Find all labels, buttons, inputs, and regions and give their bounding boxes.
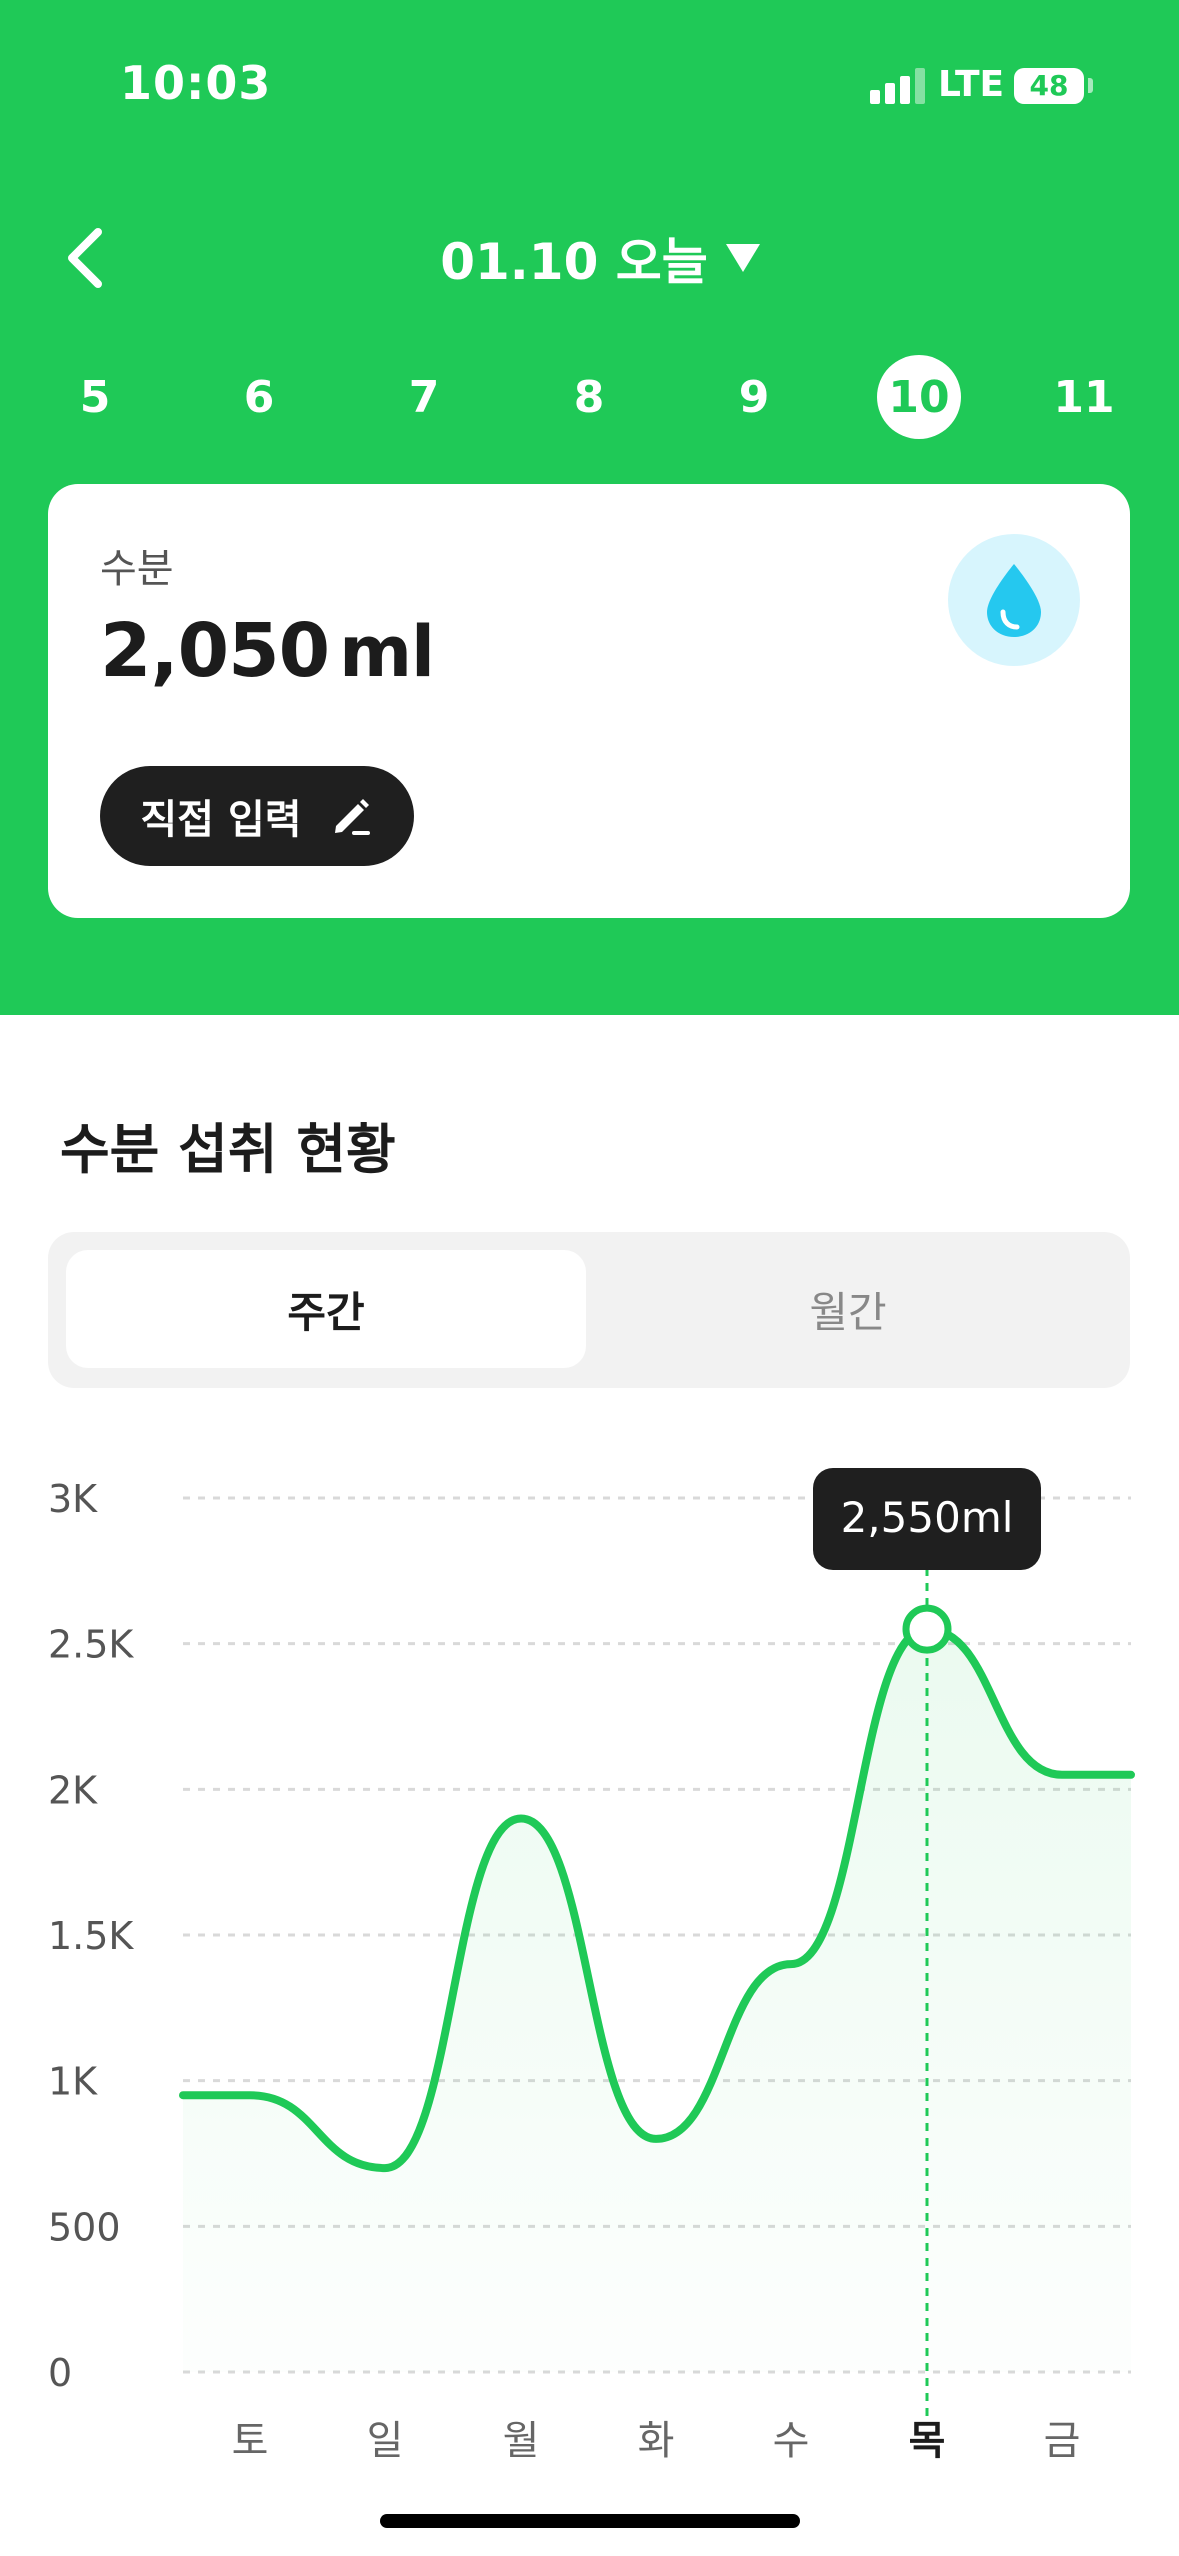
- signal-icon: [870, 68, 926, 104]
- water-badge: [948, 534, 1080, 666]
- card-label: 수분: [100, 546, 174, 592]
- battery-icon: 48: [1014, 68, 1084, 104]
- date-title: 01.10 오늘: [440, 233, 708, 291]
- network-label: LTE: [938, 64, 1005, 105]
- water-amount: 2,050 ml: [100, 608, 435, 694]
- chart-svg: 0 500 1K 1.5K 2K 2.5K 3K 2,550ml 토 일 월 화 수 목 금: [48, 1468, 1135, 2464]
- x-tick-label: 목: [909, 2418, 946, 2464]
- day-item-selected[interactable]: 10: [877, 355, 961, 439]
- day-strip: 5 6 7 8 9 10 11: [0, 355, 1179, 439]
- triangle-down-icon: [725, 244, 760, 272]
- water-drop-icon: [987, 564, 1041, 637]
- y-tick-label: 3K: [48, 1477, 98, 1521]
- x-tick-label: 토: [232, 2418, 269, 2464]
- day-item[interactable]: 11: [1042, 355, 1126, 439]
- day-item[interactable]: 8: [547, 355, 631, 439]
- day-item[interactable]: 6: [217, 355, 301, 439]
- tooltip-label: 2,550ml: [841, 1493, 1014, 1542]
- x-tick-label: 일: [367, 2418, 404, 2464]
- y-tick-label: 2K: [48, 1768, 98, 1812]
- y-tick-label: 2.5K: [48, 1623, 134, 1667]
- battery-nub: [1088, 78, 1093, 93]
- period-toggle: 주간 월간: [48, 1232, 1130, 1388]
- tab-weekly[interactable]: 주간: [66, 1250, 586, 1368]
- status-bar: 10:03 LTE 48: [0, 0, 1179, 175]
- day-item[interactable]: 9: [712, 355, 796, 439]
- tab-monthly[interactable]: 월간: [588, 1250, 1108, 1368]
- home-indicator: [380, 2514, 800, 2528]
- chevron-left-icon: [68, 228, 102, 288]
- water-summary-card: 수분 2,050 ml 직접 입력: [48, 484, 1130, 918]
- x-tick-label: 월: [503, 2418, 540, 2464]
- y-tick-label: 1K: [48, 2060, 98, 2104]
- direct-input-label: 직접 입력: [140, 797, 302, 843]
- date-selector[interactable]: 01.10 오늘: [420, 222, 780, 294]
- water-amount-value: 2,050: [100, 608, 330, 694]
- water-amount-unit: ml: [339, 611, 435, 693]
- x-tick-label: 금: [1044, 2418, 1081, 2464]
- y-tick-label: 500: [48, 2205, 121, 2249]
- x-tick-label: 화: [638, 2418, 675, 2464]
- y-tick-label: 1.5K: [48, 1914, 134, 1958]
- day-item[interactable]: 7: [382, 355, 466, 439]
- direct-input-button[interactable]: 직접 입력: [100, 766, 414, 866]
- day-item[interactable]: 5: [53, 355, 137, 439]
- y-tick-label: 0: [48, 2351, 72, 2395]
- chart-area-fill: [183, 1629, 1131, 2372]
- x-tick-label: 수: [773, 2418, 810, 2464]
- pencil-icon: [334, 799, 370, 835]
- water-intake-chart: 0 500 1K 1.5K 2K 2.5K 3K 2,550ml 토 일 월 화 수 목 금: [0, 1440, 1179, 2480]
- section-title: 수분 섭취 현황: [60, 1118, 396, 1181]
- highlight-point: [902, 1604, 952, 1654]
- back-button[interactable]: [58, 222, 118, 294]
- status-time: 10:03: [120, 56, 272, 110]
